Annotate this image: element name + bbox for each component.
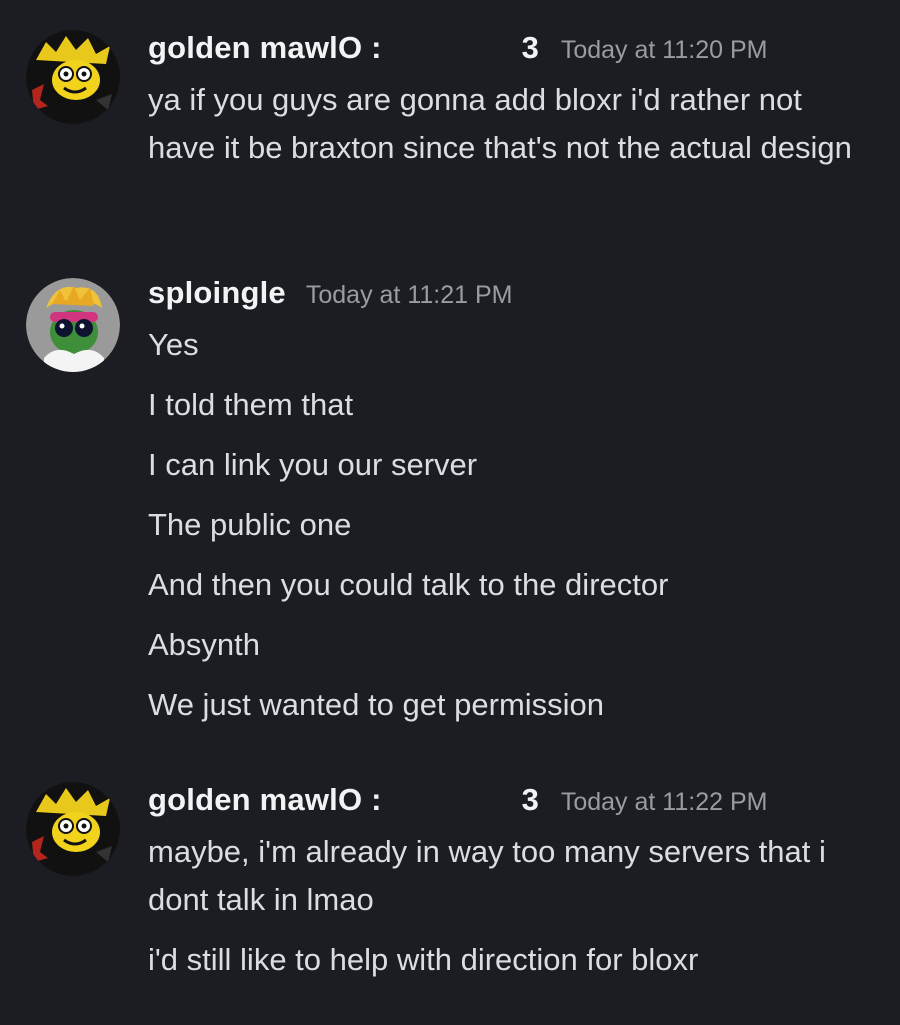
avatar[interactable]	[26, 278, 120, 372]
username[interactable]: golden mawlO :	[148, 782, 382, 818]
message-text: I told them that	[148, 387, 354, 422]
user-badge: 3	[521, 782, 539, 817]
message-text: The public one	[148, 507, 352, 542]
avatar[interactable]	[26, 30, 120, 124]
message-text: I can link you our server	[148, 447, 478, 482]
message-text: Yes	[148, 327, 199, 362]
message-header: golden mawlO : 3 Today at 11:20 PM	[148, 30, 767, 74]
avatar-sploingle-icon	[26, 278, 120, 372]
message-header: golden mawlO : 3 Today at 11:22 PM	[148, 782, 767, 826]
avatar-golden-maw-icon	[26, 30, 120, 124]
timestamp: Today at 11:20 PM	[560, 36, 768, 64]
avatar[interactable]	[26, 782, 120, 876]
message-text: maybe, i'm already in way too many serve…	[148, 834, 826, 917]
timestamp: Today at 11:22 PM	[560, 788, 768, 816]
avatar-golden-maw-icon	[26, 782, 120, 876]
timestamp: Today at 11:21 PM	[305, 281, 513, 309]
message-text: ya if you guys are gonna add bloxr i'd r…	[148, 82, 852, 165]
message-text: i'd still like to help with direction fo…	[148, 942, 699, 977]
message-text: Absynth	[148, 627, 261, 662]
message-header: sploingle Today at 11:21 PM	[148, 275, 512, 319]
username[interactable]: golden mawlO :	[148, 30, 382, 66]
message-text: We just wanted to get permission	[148, 687, 605, 722]
message-text: And then you could talk to the director	[148, 567, 669, 602]
user-badge: 3	[521, 30, 539, 65]
username[interactable]: sploingle	[148, 275, 286, 311]
